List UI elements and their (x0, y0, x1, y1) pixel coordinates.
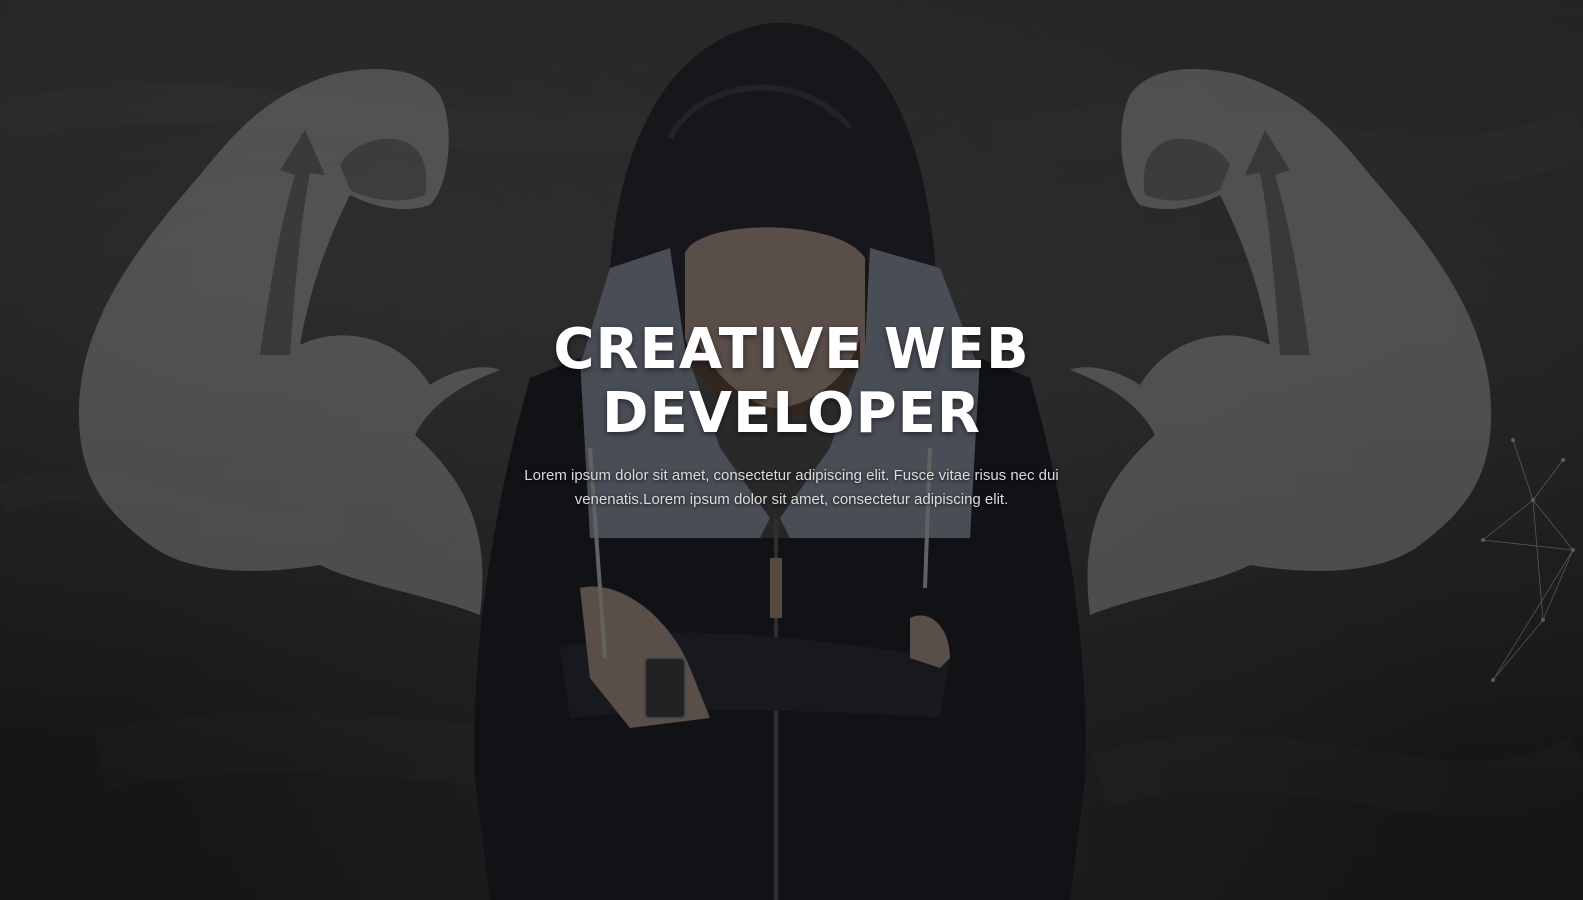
hero-description: Lorem ipsum dolor sit amet, consectetur … (524, 467, 1059, 508)
hero-title-line1: CREATIVE WEB (553, 317, 1030, 382)
hero-title-line2: DEVELOPER (601, 381, 982, 446)
hero-title: CREATIVE WEB DEVELOPER (0, 318, 1583, 446)
hero-content: CREATIVE WEB DEVELOPER Lorem ipsum dolor… (0, 318, 1583, 512)
hero-section: CREATIVE WEB DEVELOPER Lorem ipsum dolor… (0, 0, 1583, 900)
